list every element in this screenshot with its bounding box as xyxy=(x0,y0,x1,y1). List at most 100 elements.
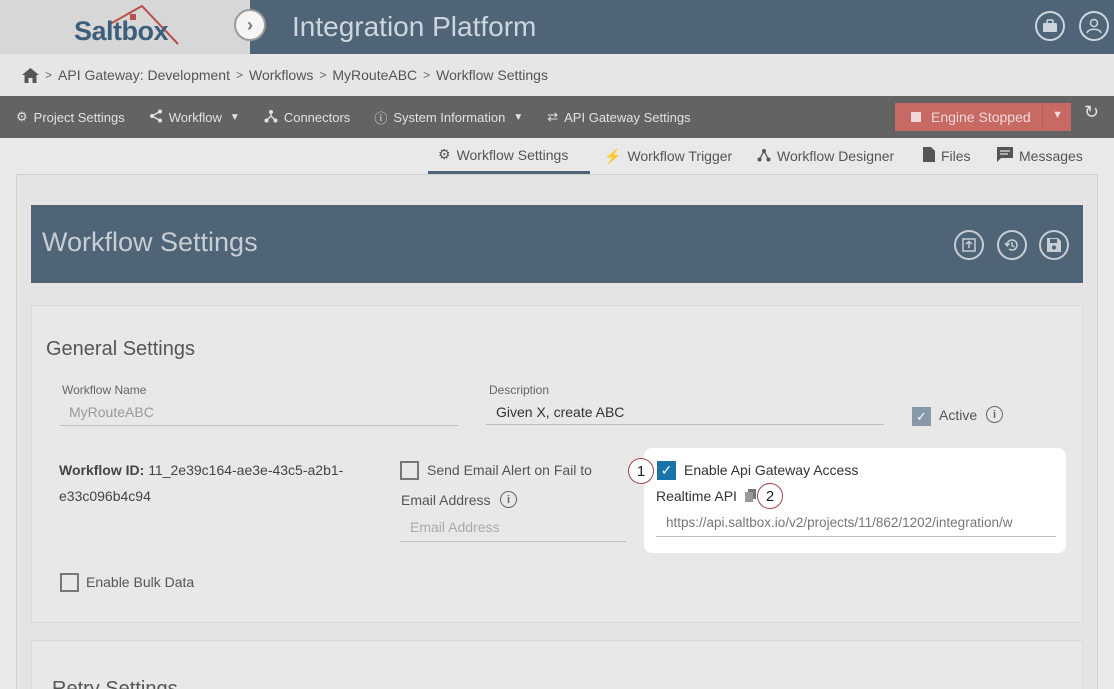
breadcrumb: > API Gateway: Development > Workflows >… xyxy=(0,54,1114,96)
briefcase-button[interactable] xyxy=(1035,11,1065,41)
publish-button[interactable] xyxy=(954,230,984,260)
nav-project-settings[interactable]: ⚙ Project Settings xyxy=(16,109,125,125)
divider xyxy=(486,424,884,425)
page-header: Workflow Settings xyxy=(31,205,1083,283)
history-button[interactable] xyxy=(997,230,1027,260)
save-button[interactable] xyxy=(1039,230,1069,260)
chevron-right-icon: › xyxy=(247,14,253,35)
info-icon[interactable]: i xyxy=(500,491,517,508)
gear-icon: ⚙ xyxy=(438,146,451,162)
enable-api-gateway-label: Enable Api Gateway Access xyxy=(684,462,859,478)
workflow-id-value-cont: e33c096b4c94 xyxy=(59,488,151,504)
section-title: General Settings xyxy=(46,338,195,360)
share-icon xyxy=(149,109,163,126)
nav-system-information[interactable]: ⓘ System Information ▼ xyxy=(374,108,523,127)
tab-label: Workflow Trigger xyxy=(627,148,733,164)
chevron-down-icon: ▼ xyxy=(229,111,240,123)
tab-files[interactable]: Files xyxy=(923,138,971,174)
divider xyxy=(400,541,626,542)
copy-icon[interactable] xyxy=(745,489,756,507)
divider xyxy=(1042,103,1043,131)
engine-status-label: Engine Stopped xyxy=(931,109,1031,125)
message-icon xyxy=(997,147,1013,165)
save-icon xyxy=(1047,238,1061,252)
connectors-icon xyxy=(757,148,771,165)
upload-icon xyxy=(962,238,976,252)
tab-label: Workflow Designer xyxy=(777,148,895,164)
home-icon[interactable] xyxy=(22,67,39,83)
breadcrumb-item[interactable]: API Gateway: Development xyxy=(58,67,230,83)
active-checkbox[interactable]: ✓ xyxy=(912,407,931,426)
workflow-id-value: 11_2e39c164-ae3e-43c5-a2b1- xyxy=(148,462,344,478)
file-icon xyxy=(923,147,935,165)
connectors-icon xyxy=(264,109,278,126)
divider xyxy=(60,425,458,426)
breadcrumb-item[interactable]: Workflows xyxy=(249,67,313,83)
page-title: Workflow Settings xyxy=(42,227,258,257)
tab-workflow-settings[interactable]: ⚙ Workflow Settings xyxy=(428,138,590,174)
top-bar: Saltbox › Integration Platform xyxy=(0,0,1114,54)
tab-workflow-trigger[interactable]: ⚡ Workflow Trigger xyxy=(604,138,732,174)
workflow-name-input[interactable]: MyRouteABC xyxy=(69,404,154,420)
stop-icon xyxy=(911,112,921,122)
info-icon[interactable]: i xyxy=(986,406,1003,423)
user-icon xyxy=(1086,18,1102,34)
user-button[interactable] xyxy=(1079,11,1109,41)
nav-connectors[interactable]: Connectors xyxy=(264,109,350,126)
tab-label: Workflow Settings xyxy=(456,146,569,163)
callout-badge: 2 xyxy=(757,483,783,509)
section-title: Retry Settings xyxy=(52,678,178,689)
logo: Saltbox xyxy=(74,16,169,46)
info-icon: ⓘ xyxy=(374,110,388,126)
tab-bar: ⚙ Workflow Settings ⚡ Workflow Trigger W… xyxy=(0,138,1114,174)
gear-icon: ⚙ xyxy=(16,109,28,124)
callout-badge: 1 xyxy=(628,458,654,484)
nav-label: Project Settings xyxy=(33,109,125,125)
history-icon xyxy=(1004,239,1018,251)
enable-api-gateway-checkbox[interactable]: ✓ xyxy=(657,461,676,480)
retry-settings-card xyxy=(31,640,1083,689)
chevron-right-icon: > xyxy=(319,68,327,82)
description-input[interactable]: Given X, create ABC xyxy=(496,404,624,420)
chevron-right-icon: > xyxy=(45,68,53,82)
nav-label: System Information xyxy=(393,109,506,125)
refresh-icon[interactable]: ↻ xyxy=(1084,102,1099,123)
send-email-checkbox[interactable] xyxy=(400,461,419,480)
tab-label: Messages xyxy=(1019,148,1083,164)
nav-label: API Gateway Settings xyxy=(564,109,691,125)
sidebar-toggle-button[interactable]: › xyxy=(234,9,266,41)
app-title: Integration Platform xyxy=(292,11,537,42)
chevron-right-icon: > xyxy=(423,68,431,82)
description-label: Description xyxy=(489,383,550,397)
briefcase-icon xyxy=(1043,19,1057,32)
breadcrumb-item-current: Workflow Settings xyxy=(436,67,548,83)
bulk-data-label: Enable Bulk Data xyxy=(86,574,195,590)
workflow-name-label: Workflow Name xyxy=(62,383,147,397)
nav-api-gateway-settings[interactable]: ⇄ API Gateway Settings xyxy=(547,109,690,125)
swap-arrows-icon: ⇄ xyxy=(547,109,559,124)
divider xyxy=(656,536,1056,537)
lightning-icon: ⚡ xyxy=(604,147,622,164)
nav-label: Workflow xyxy=(168,109,222,125)
realtime-api-label: Realtime API xyxy=(656,488,737,504)
tab-workflow-designer[interactable]: Workflow Designer xyxy=(757,138,894,174)
breadcrumb-item[interactable]: MyRouteABC xyxy=(332,67,417,83)
chevron-down-icon[interactable]: ▼ xyxy=(1052,109,1063,121)
workflow-id: Workflow ID: 11_2e39c164-ae3e-43c5-a2b1- xyxy=(59,462,343,478)
nav-workflow[interactable]: Workflow ▼ xyxy=(149,109,240,126)
logo-area[interactable]: Saltbox xyxy=(0,0,250,54)
workflow-id-label: Workflow ID: xyxy=(59,462,145,478)
bulk-data-checkbox[interactable] xyxy=(60,573,79,592)
email-address-input[interactable]: Email Address xyxy=(410,519,499,535)
checkmark-icon: ✓ xyxy=(660,462,673,478)
tab-messages[interactable]: Messages xyxy=(997,138,1083,174)
nav-label: Connectors xyxy=(283,109,351,125)
realtime-api-url[interactable]: https://api.saltbox.io/v2/projects/11/86… xyxy=(666,515,1046,530)
tab-label: Files xyxy=(941,148,971,164)
chevron-right-icon: > xyxy=(236,68,244,82)
email-address-label: Email Address xyxy=(401,492,491,508)
send-email-label: Send Email Alert on Fail to xyxy=(427,462,592,478)
active-label: Active xyxy=(939,407,978,423)
checkmark-icon: ✓ xyxy=(916,408,927,424)
engine-status-button[interactable]: Engine Stopped ▼ xyxy=(895,103,1071,131)
